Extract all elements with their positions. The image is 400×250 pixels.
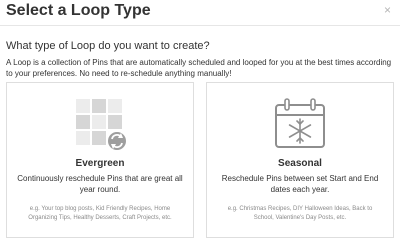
card-title: Seasonal xyxy=(278,158,322,169)
modal-header: Select a Loop Type × xyxy=(0,0,400,26)
card-examples: e.g. Christmas Recipes, DIY Halloween Id… xyxy=(227,206,373,221)
calendar-snowflake-icon xyxy=(275,98,325,148)
card-title: Evergreen xyxy=(75,158,125,169)
seasonal-card[interactable]: Seasonal Reschedule Pins between set Sta… xyxy=(206,82,394,238)
question-heading: What type of Loop do you want to create? xyxy=(6,40,210,52)
loop-description: A Loop is a collection of Pins that are … xyxy=(6,58,392,78)
card-description: Continuously reschedule Pins that are gr… xyxy=(17,174,183,194)
grid-refresh-icon xyxy=(76,99,128,152)
evergreen-card[interactable]: Evergreen Continuously reschedule Pins t… xyxy=(6,82,194,238)
close-button[interactable]: × xyxy=(384,3,391,17)
card-examples: e.g. Your top blog posts, Kid Friendly R… xyxy=(28,206,172,221)
modal-title: Select a Loop Type xyxy=(6,2,151,19)
card-description: Reschedule Pins between set Start and En… xyxy=(221,174,379,194)
